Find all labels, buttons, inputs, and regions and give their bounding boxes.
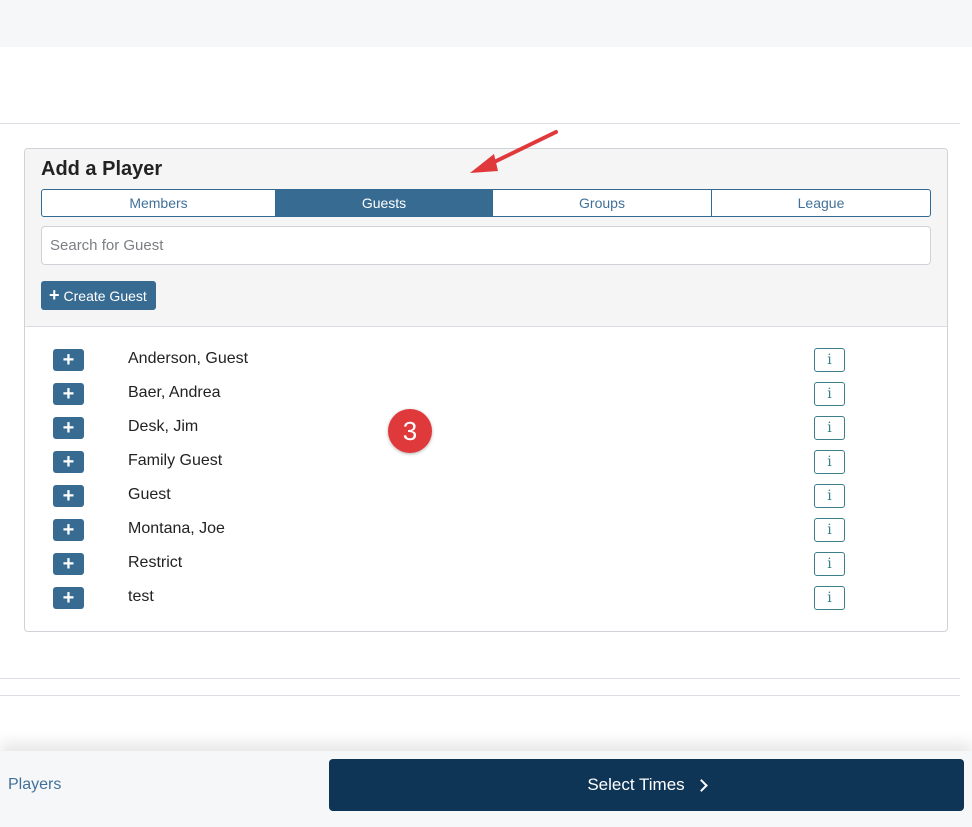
- guest-row: + Restrict i: [25, 552, 947, 587]
- plus-icon: +: [62, 417, 75, 439]
- guest-row: + Guest i: [25, 484, 947, 519]
- guest-search-input[interactable]: [41, 226, 931, 265]
- add-guest-button[interactable]: +: [53, 485, 84, 507]
- guest-row: + Desk, Jim i: [25, 416, 947, 451]
- add-guest-button[interactable]: +: [53, 553, 84, 575]
- guest-row: + Family Guest i: [25, 450, 947, 485]
- add-player-panel: Add a Player Members Guests Groups Leagu…: [24, 148, 948, 632]
- plus-icon: +: [62, 383, 75, 405]
- plus-icon: +: [62, 553, 75, 575]
- plus-icon: +: [62, 519, 75, 541]
- guest-row: + Anderson, Guest i: [25, 348, 947, 383]
- divider: [0, 678, 960, 679]
- add-guest-button[interactable]: +: [53, 417, 84, 439]
- add-guest-button[interactable]: +: [53, 519, 84, 541]
- guest-row: + Baer, Andrea i: [25, 382, 947, 417]
- plus-icon: +: [62, 485, 75, 507]
- tab-league[interactable]: League: [712, 190, 930, 216]
- add-guest-button[interactable]: +: [53, 587, 84, 609]
- chevron-right-icon: [694, 778, 708, 792]
- players-link[interactable]: Players: [8, 776, 61, 794]
- info-button[interactable]: i: [814, 518, 845, 542]
- divider: [0, 123, 960, 124]
- guest-row: + test i: [25, 586, 947, 621]
- add-guest-button[interactable]: +: [53, 349, 84, 371]
- divider: [0, 695, 960, 696]
- tab-groups[interactable]: Groups: [493, 190, 712, 216]
- guest-name: Baer, Andrea: [128, 384, 221, 401]
- guest-name: Guest: [128, 486, 171, 503]
- info-button[interactable]: i: [814, 586, 845, 610]
- annotation-arrow-icon: [470, 130, 558, 173]
- create-guest-button[interactable]: + Create Guest: [41, 281, 156, 310]
- guest-name: Montana, Joe: [128, 520, 225, 537]
- create-guest-label: Create Guest: [63, 287, 147, 304]
- panel-title: Add a Player: [41, 158, 163, 180]
- info-button[interactable]: i: [814, 382, 845, 406]
- plus-icon: +: [49, 284, 60, 305]
- tab-guests[interactable]: Guests: [276, 190, 493, 216]
- plus-icon: +: [62, 587, 75, 609]
- info-button[interactable]: i: [814, 552, 845, 576]
- footer-bar: Players Select Times: [0, 751, 972, 827]
- info-button[interactable]: i: [814, 416, 845, 440]
- plus-icon: +: [62, 451, 75, 473]
- top-bar: [0, 0, 972, 47]
- guest-name: test: [128, 588, 154, 605]
- guest-row: + Montana, Joe i: [25, 518, 947, 553]
- tab-members[interactable]: Members: [42, 190, 276, 216]
- info-button[interactable]: i: [814, 348, 845, 372]
- plus-icon: +: [62, 349, 75, 371]
- guest-name: Restrict: [128, 554, 183, 571]
- step-number-badge: 3: [388, 409, 432, 453]
- info-button[interactable]: i: [814, 484, 845, 508]
- add-guest-button[interactable]: +: [53, 451, 84, 473]
- add-guest-button[interactable]: +: [53, 383, 84, 405]
- select-times-label: Select Times: [587, 775, 685, 794]
- select-times-button[interactable]: Select Times: [329, 759, 964, 811]
- guest-name: Family Guest: [128, 452, 223, 469]
- guest-name: Desk, Jim: [128, 418, 199, 435]
- info-button[interactable]: i: [814, 450, 845, 474]
- player-type-tabs: Members Guests Groups League: [41, 189, 931, 217]
- guest-name: Anderson, Guest: [128, 350, 249, 367]
